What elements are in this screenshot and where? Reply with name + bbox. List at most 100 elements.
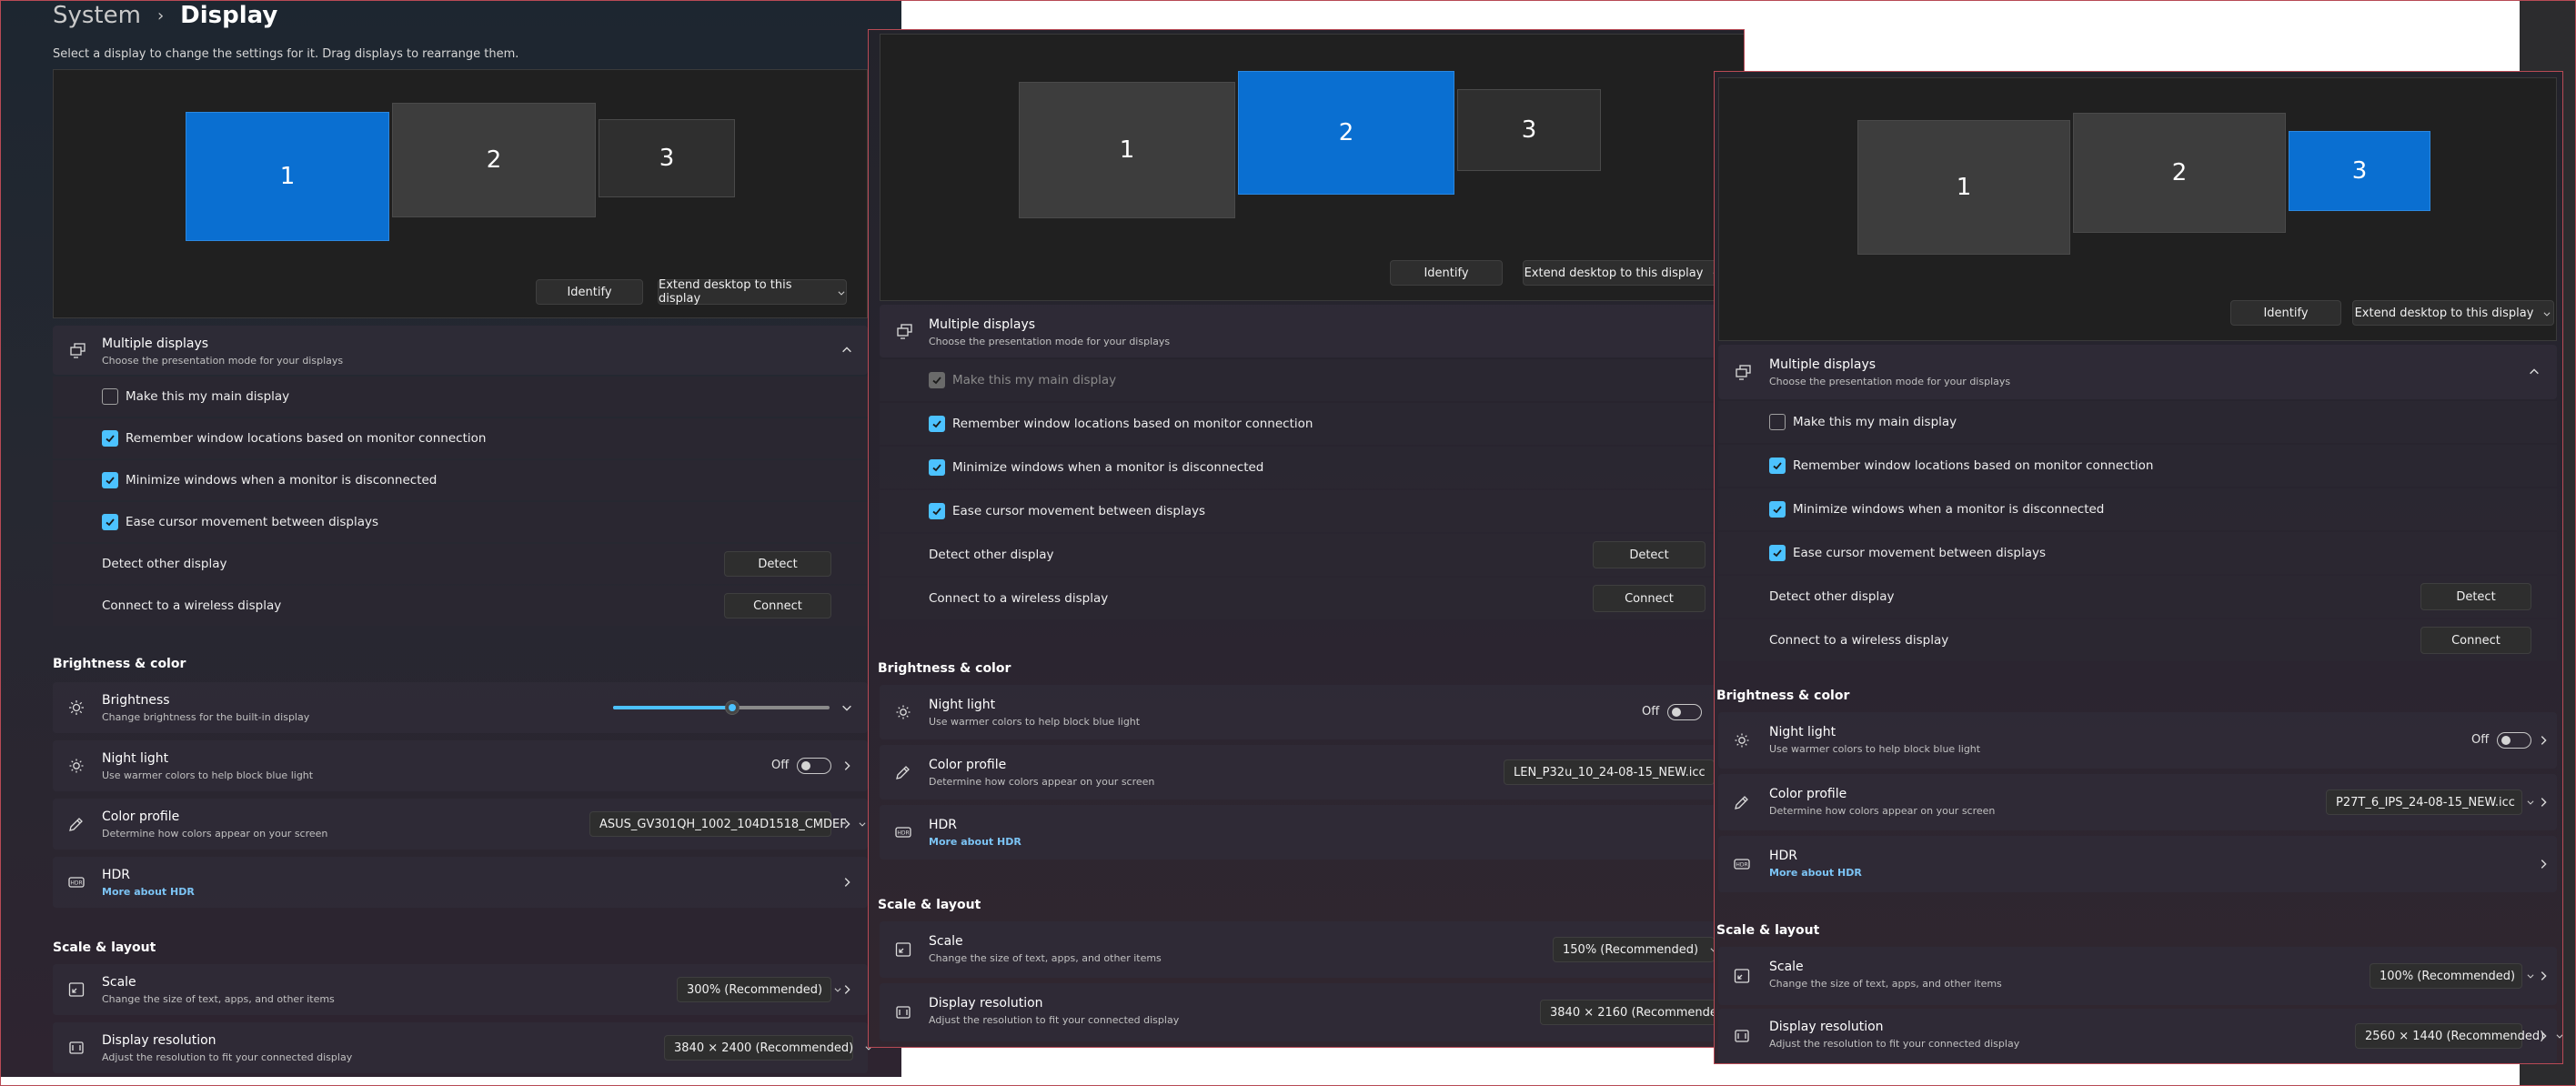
color-profile-card[interactable]: Color profile Determine how colors appea… <box>880 745 1744 799</box>
chevron-up-icon[interactable] <box>2528 366 2541 378</box>
more-about-hdr-link[interactable]: More about HDR <box>1769 867 1862 879</box>
chevron-down-icon <box>2526 971 2535 980</box>
ease-cursor-checkbox[interactable] <box>102 514 118 530</box>
detect-button[interactable]: Detect <box>2420 583 2531 610</box>
monitor-2[interactable]: 2 <box>2073 113 2286 233</box>
monitor-1[interactable]: 1 <box>186 112 389 241</box>
scale-dropdown[interactable]: 100% (Recommended) <box>2370 963 2522 989</box>
scale-dropdown[interactable]: 300% (Recommended) <box>677 977 831 1002</box>
option-main-display: Make this my main display <box>1718 401 2557 443</box>
connect-button[interactable]: Connect <box>1593 585 1706 612</box>
multiple-displays-header[interactable]: Multiple displays Choose the presentatio… <box>53 326 868 375</box>
monitor-1[interactable]: 1 <box>1019 82 1235 218</box>
option-remember-windows: Remember window locations based on monit… <box>1718 445 2557 487</box>
monitor-3[interactable]: 3 <box>2289 131 2430 211</box>
brightness-slider-thumb[interactable] <box>724 700 740 715</box>
extend-desktop-dropdown[interactable]: Extend desktop to this display <box>658 278 847 306</box>
monitor-2[interactable]: 2 <box>392 103 596 217</box>
detect-display-label: Detect other display <box>102 557 227 571</box>
night-light-card[interactable]: Night light Use warmer colors to help bl… <box>880 685 1744 739</box>
scale-value: 300% (Recommended) <box>687 982 823 997</box>
chevron-down-icon[interactable] <box>840 701 853 714</box>
breadcrumb-system[interactable]: System <box>53 2 141 29</box>
minimize-windows-checkbox[interactable] <box>102 472 118 488</box>
extend-desktop-dropdown[interactable]: Extend desktop to this display <box>2352 300 2554 326</box>
night-light-toggle[interactable] <box>1667 704 1702 720</box>
color-profile-dropdown[interactable]: ASUS_GV301QH_1002_104D1518_CMDEF <box>589 811 831 837</box>
remember-windows-checkbox[interactable] <box>1769 458 1786 474</box>
chevron-right-icon[interactable] <box>2537 734 2550 747</box>
minimize-windows-label: Minimize windows when a monitor is disco… <box>952 460 1264 475</box>
chevron-right-icon[interactable] <box>2537 970 2550 982</box>
scale-card[interactable]: Scale Change the size of text, apps, and… <box>1718 947 2557 1005</box>
minimize-windows-checkbox[interactable] <box>929 459 945 476</box>
hdr-card[interactable]: HDR More about HDR <box>53 857 868 908</box>
scale-value: 150% (Recommended) <box>1563 942 1699 957</box>
hdr-card[interactable]: HDR More about HDR <box>1718 836 2557 892</box>
multiple-displays-header[interactable]: Multiple displays Choose the presentatio… <box>880 305 1744 357</box>
multiple-displays-header[interactable]: Multiple displays Choose the presentatio… <box>1718 345 2557 399</box>
color-profile-card[interactable]: Color profile Determine how colors appea… <box>1718 774 2557 830</box>
color-profile-dropdown[interactable]: LEN_P32u_10_24-08-15_NEW.icc <box>1504 759 1715 785</box>
night-light-state: Off <box>2471 733 2490 747</box>
monitor-3[interactable]: 3 <box>1457 89 1601 171</box>
resolution-subtitle: Adjust the resolution to fit your connec… <box>1769 1038 2020 1050</box>
scale-icon <box>1733 967 1751 985</box>
chevron-right-icon[interactable] <box>2537 796 2550 809</box>
night-light-toggle[interactable] <box>2497 732 2531 749</box>
more-about-hdr-link[interactable]: More about HDR <box>929 836 1021 848</box>
identify-button[interactable]: Identify <box>2230 300 2341 326</box>
more-about-hdr-link[interactable]: More about HDR <box>102 886 195 898</box>
detect-button[interactable]: Detect <box>724 551 831 577</box>
brightness-card[interactable]: Brightness Change brightness for the bui… <box>53 682 868 733</box>
chevron-right-icon[interactable] <box>2537 1030 2550 1042</box>
chevron-right-icon[interactable] <box>2537 858 2550 870</box>
resolution-dropdown[interactable]: 3840 × 2400 (Recommended) <box>664 1035 853 1061</box>
night-light-toggle[interactable] <box>797 758 831 774</box>
monitor-1[interactable]: 1 <box>1857 120 2070 255</box>
chevron-right-icon[interactable] <box>840 876 853 889</box>
display-arrangement-area[interactable]: 1 2 3 Identify Extend desktop to this di… <box>53 69 868 318</box>
connect-button[interactable]: Connect <box>2420 627 2531 654</box>
night-light-subtitle: Use warmer colors to help block blue lig… <box>102 769 314 781</box>
display-arrangement-area[interactable]: 1 2 3 Identify Extend desktop to this di… <box>880 34 1744 301</box>
scale-card[interactable]: Scale Change the size of text, apps, and… <box>880 921 1744 978</box>
chevron-right-icon[interactable] <box>840 818 853 830</box>
monitor-3[interactable]: 3 <box>599 119 735 197</box>
display-resolution-card[interactable]: Display resolution Adjust the resolution… <box>880 983 1744 1041</box>
remember-windows-checkbox[interactable] <box>929 416 945 432</box>
multiple-displays-title: Multiple displays <box>1769 357 1877 372</box>
chevron-right-icon[interactable] <box>840 759 853 772</box>
display-resolution-card[interactable]: Display resolution Adjust the resolution… <box>1718 1009 2557 1063</box>
main-display-checkbox[interactable] <box>102 388 118 405</box>
monitor-2[interactable]: 2 <box>1238 71 1454 195</box>
connect-button[interactable]: Connect <box>724 593 831 618</box>
color-profile-card[interactable]: Color profile Determine how colors appea… <box>53 799 868 850</box>
color-profile-dropdown[interactable]: P27T_6_IPS_24-08-15_NEW.icc <box>2326 789 2522 815</box>
identify-button[interactable]: Identify <box>536 279 643 305</box>
detect-button[interactable]: Detect <box>1593 541 1706 568</box>
chevron-up-icon[interactable] <box>840 344 853 357</box>
hdr-card[interactable]: HDR More about HDR <box>880 805 1744 860</box>
option-remember-windows: Remember window locations based on monit… <box>53 418 868 458</box>
extend-desktop-dropdown[interactable]: Extend desktop to this display <box>1523 260 1723 286</box>
hdr-title: HDR <box>1769 849 1798 863</box>
brightness-slider[interactable] <box>613 700 830 715</box>
scale-dropdown[interactable]: 150% (Recommended) <box>1553 937 1715 962</box>
ease-cursor-checkbox[interactable] <box>929 503 945 519</box>
color-picker-icon <box>1733 793 1751 811</box>
minimize-windows-checkbox[interactable] <box>1769 501 1786 518</box>
chevron-right-icon[interactable] <box>840 983 853 996</box>
brightness-slider-fill <box>613 706 732 709</box>
main-display-checkbox[interactable] <box>1769 414 1786 430</box>
ease-cursor-checkbox[interactable] <box>1769 545 1786 561</box>
scale-card[interactable]: Scale Change the size of text, apps, and… <box>53 964 868 1015</box>
display-arrangement-area[interactable]: 1 2 3 Identify Extend desktop to this di… <box>1718 77 2557 341</box>
night-light-card[interactable]: Night light Use warmer colors to help bl… <box>1718 712 2557 769</box>
night-light-card[interactable]: Night light Use warmer colors to help bl… <box>53 740 868 791</box>
identify-button[interactable]: Identify <box>1390 260 1503 286</box>
main-display-label: Make this my main display <box>952 373 1117 387</box>
remember-windows-checkbox[interactable] <box>102 430 118 447</box>
resolution-dropdown[interactable]: 2560 × 1440 (Recommended) <box>2355 1023 2522 1049</box>
display-resolution-card[interactable]: Display resolution Adjust the resolution… <box>53 1022 868 1073</box>
